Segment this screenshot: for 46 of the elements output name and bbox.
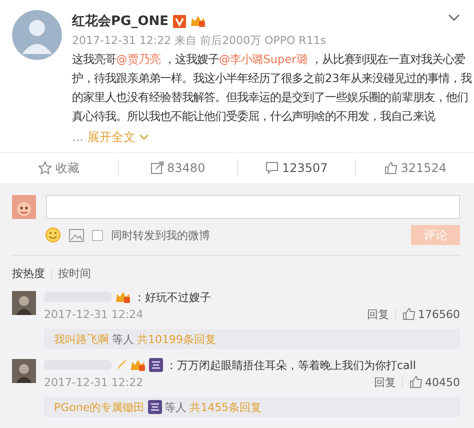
zodiac-badge-icon <box>149 358 163 372</box>
chevron-down-icon <box>448 14 460 22</box>
like-button[interactable]: 176560 <box>402 307 460 321</box>
checkbox-label[interactable]: 同时转发到我的微博 <box>111 228 210 242</box>
mention-link[interactable]: @李小璐Super璐 <box>218 53 308 66</box>
comment-time: 2017-12-31 12:22 <box>44 376 144 388</box>
sort-tab[interactable]: 按时间 <box>58 266 91 281</box>
crown-badge-icon <box>130 358 146 372</box>
like-button[interactable]: 40450 <box>409 375 460 389</box>
ellipsis-text: ... <box>72 130 84 144</box>
emoji-icon <box>45 227 61 243</box>
crown-badge-icon <box>190 14 206 28</box>
comment-input[interactable] <box>46 195 460 219</box>
share-icon <box>150 161 164 175</box>
image-icon <box>69 228 84 242</box>
reply-link[interactable]: 回复 <box>374 374 396 390</box>
user-avatar-icon <box>12 195 36 219</box>
avatar-icon <box>12 359 36 383</box>
thumbs-up-icon <box>409 375 423 389</box>
mention-link[interactable]: @贾乃亮 <box>116 53 160 66</box>
post-text: 这我亮哥@贾乃亮 ，这我嫂子@李小璐Super璐 ，从比赛到现在一直对我关心爱护，待我跟亲弟弟一样。我这小半年经历了很多之前23年从来没碰见过的事情，我的家里人也没有经验替我解答。但我幸运的是交到了一些娱乐圈的前辈朋友，他们真心待我。所以我也不能让他们受委屈，什么声明啥的不用发，我自己来说 <box>72 52 472 125</box>
pen-icon <box>115 358 127 372</box>
zodiac-badge-icon <box>148 400 162 414</box>
crown-badge-icon <box>115 290 131 304</box>
author-name[interactable]: 红花会PG_ONE <box>72 12 169 30</box>
checkbox[interactable] <box>92 230 103 240</box>
post-meta: 2017-12-31 12:22 来自 前后2000万 OPPO R11s <box>72 33 328 49</box>
star-icon <box>38 161 52 175</box>
comment-time: 2017-12-31 12:24 <box>44 308 144 320</box>
action-button[interactable]: 83480 <box>118 160 236 176</box>
summary-text: 等人 <box>164 400 187 414</box>
thumbs-up-icon <box>402 307 416 321</box>
sort-tab[interactable]: 按热度 <box>12 266 45 281</box>
thumbs-up-icon <box>384 161 398 175</box>
comment-text: ：万万闭起眼睛捂住耳朵，等着晚上我们为你打call <box>166 358 416 372</box>
verified-badge-icon <box>172 14 186 28</box>
avatar-icon <box>12 291 36 315</box>
action-button[interactable]: 收藏 <box>0 160 118 176</box>
comment-text: ：好玩不过嫂子 <box>134 290 211 304</box>
action-button[interactable]: 321524 <box>355 160 474 176</box>
comment-icon <box>264 161 279 175</box>
action-button[interactable]: 123507 <box>236 160 356 176</box>
summary-text: 等人 <box>112 332 134 346</box>
avatar-icon <box>12 10 62 60</box>
chevron-down-icon <box>139 133 150 141</box>
reply-link[interactable]: 回复 <box>367 306 389 322</box>
